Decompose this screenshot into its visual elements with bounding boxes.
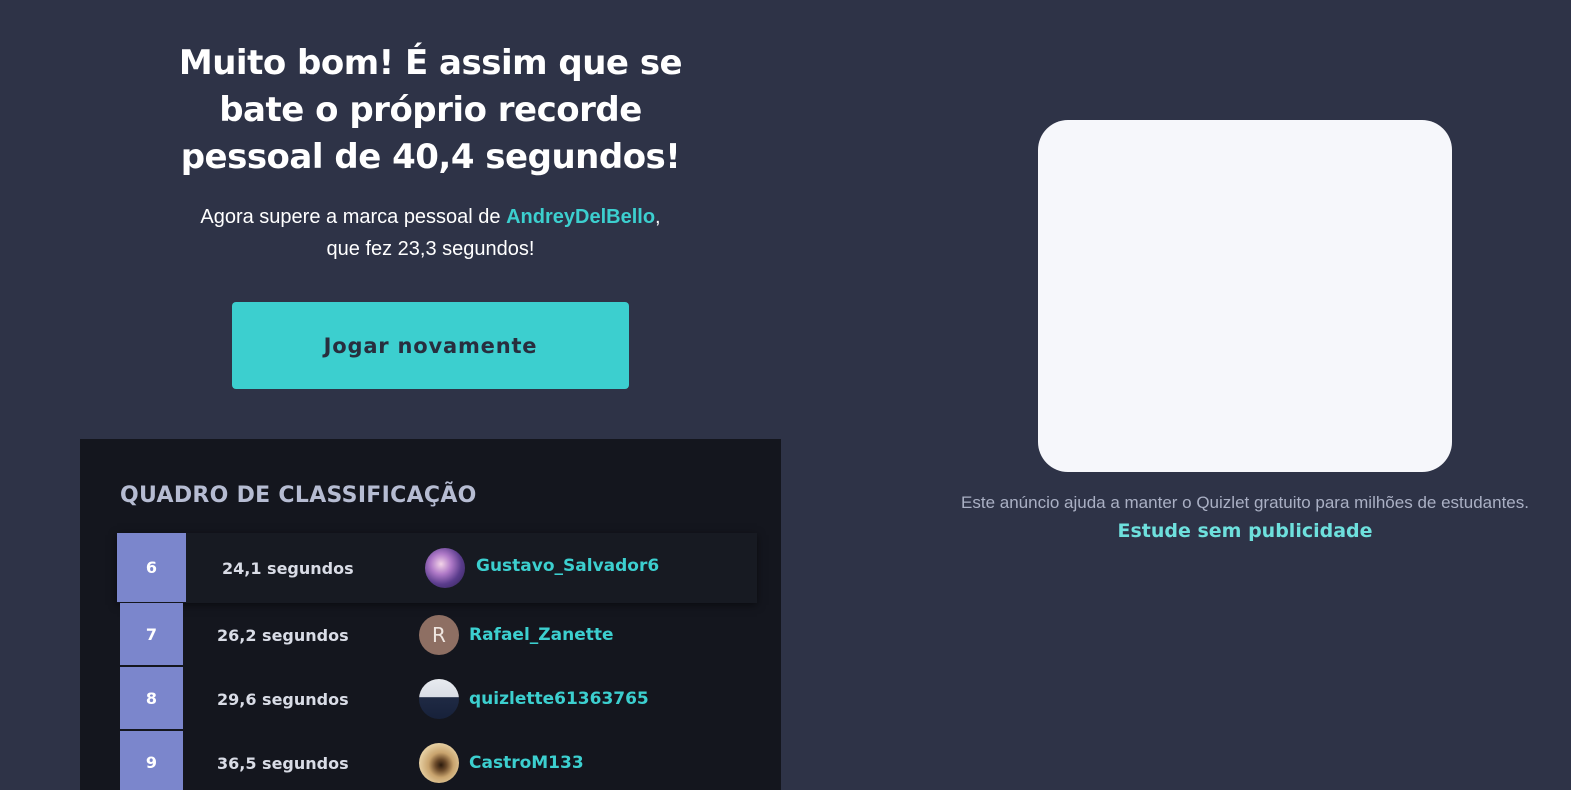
- challenge-line-1: Agora supere a marca pessoal de AndreyDe…: [80, 201, 781, 233]
- rank-badge: 8: [120, 667, 183, 730]
- eye-avatar[interactable]: [419, 743, 459, 783]
- username-link[interactable]: quizlette61363765: [469, 667, 649, 731]
- headline-line: Muito bom! É assim que se: [178, 43, 683, 83]
- leaderboard-row: 7 26,2 segundos R Rafael_Zanette: [117, 603, 757, 667]
- advertisement-placeholder: [1038, 120, 1452, 472]
- challenge-line-2: que fez 23,3 segundos!: [326, 238, 535, 260]
- leaderboard: QUADRO DE CLASSIFICAÇÃO 6 24,1 segundos …: [80, 439, 781, 790]
- play-again-button[interactable]: Jogar novamente: [232, 302, 629, 389]
- leaderboard-title: QUADRO DE CLASSIFICAÇÃO: [120, 483, 477, 508]
- photo-avatar[interactable]: [419, 679, 459, 719]
- username-link[interactable]: Gustavo_Salvador6: [476, 533, 659, 599]
- ad-disclaimer: Este anúncio ajuda a manter o Quizlet gr…: [961, 493, 1529, 512]
- headline-line: pessoal de 40,4 segundos!: [180, 137, 681, 177]
- rank-badge: 6: [117, 533, 186, 603]
- match-results-page: Muito bom! É assim que se bate o próprio…: [0, 0, 1571, 790]
- score-time: 26,2 segundos: [217, 625, 349, 645]
- letter-avatar[interactable]: R: [419, 615, 459, 655]
- results-headline: Muito bom! É assim que se bate o próprio…: [80, 40, 781, 181]
- leaderboard-row: 6 24,1 segundos Gustavo_Salvador6: [117, 533, 757, 603]
- leaderboard-row: 8 29,6 segundos quizlette61363765: [117, 667, 757, 731]
- challenge-prefix: Agora supere a marca pessoal de: [200, 206, 507, 228]
- rank-badge: 7: [120, 603, 183, 666]
- challenge-text: Agora supere a marca pessoal de AndreyDe…: [80, 201, 781, 265]
- leaderboard-rows: 6 24,1 segundos Gustavo_Salvador6 7 26,2…: [117, 533, 757, 790]
- results-panel: Muito bom! É assim que se bate o próprio…: [80, 0, 781, 790]
- score-time: 29,6 segundos: [217, 689, 349, 709]
- challenge-user-link[interactable]: AndreyDelBello: [506, 206, 655, 228]
- challenge-comma: ,: [655, 206, 661, 228]
- score-time: 24,1 segundos: [222, 558, 354, 578]
- username-link[interactable]: Rafael_Zanette: [469, 603, 614, 667]
- ad-free-link[interactable]: Estude sem publicidade: [930, 520, 1560, 542]
- score-time: 36,5 segundos: [217, 753, 349, 773]
- username-link[interactable]: CastroM133: [469, 731, 584, 790]
- headline-line: bate o próprio recorde: [219, 90, 642, 130]
- leaderboard-row: 9 36,5 segundos CastroM133: [117, 731, 757, 790]
- rank-badge: 9: [120, 731, 183, 790]
- galaxy-avatar[interactable]: [425, 548, 465, 588]
